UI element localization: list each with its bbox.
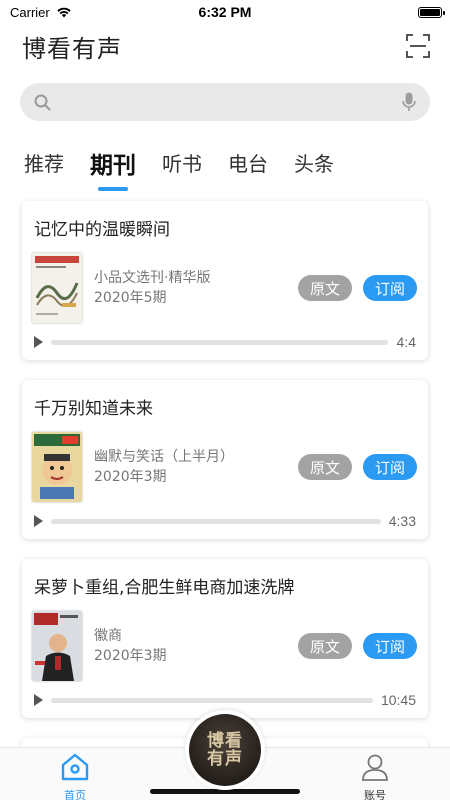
issue-number: 2020年3期	[94, 648, 167, 664]
app-title: 博看有声	[22, 34, 122, 63]
microphone-icon[interactable]	[402, 92, 416, 112]
play-icon[interactable]	[34, 694, 43, 706]
user-icon	[362, 754, 388, 781]
search-bar[interactable]	[20, 83, 430, 121]
search-icon	[34, 94, 51, 110]
issue-number: 2020年3期	[94, 469, 167, 485]
logo-text-line2: 有声	[207, 749, 243, 769]
center-logo-button[interactable]: 博看 有声	[185, 710, 265, 790]
app-header: 博看有声	[0, 26, 450, 66]
nav-home[interactable]: 首页	[45, 752, 105, 800]
carrier-label: Carrier	[10, 4, 50, 20]
audio-duration: 10:45	[380, 692, 416, 708]
battery-icon	[418, 6, 445, 18]
play-icon[interactable]	[34, 336, 43, 348]
original-text-button[interactable]: 原文	[298, 633, 352, 659]
original-text-button[interactable]: 原文	[298, 454, 352, 480]
article-title[interactable]: 千万别知道未来	[34, 394, 416, 419]
article-card[interactable]: 呆萝卜重组,合肥生鲜电商加速洗牌 徽商 2020年3期 原文 订阅 10:45	[22, 559, 428, 718]
nav-account[interactable]: 账号	[345, 752, 405, 800]
article-card[interactable]: 千万别知道未来 幽默与笑话（上半月） 2020年3期 原文 订阅 4:33	[22, 380, 428, 539]
article-card[interactable]: 记忆中的温暖瞬间 小品文选刊·精华版 2020年5期 原文 订阅 4:4	[22, 201, 428, 360]
play-icon[interactable]	[34, 515, 43, 527]
subscribe-button[interactable]: 订阅	[363, 454, 417, 480]
nav-home-label: 首页	[64, 789, 86, 800]
journal-feed: 记忆中的温暖瞬间 小品文选刊·精华版 2020年5期 原文 订阅 4:4 千万别…	[22, 201, 428, 798]
magazine-name: 幽默与笑话（上半月）	[94, 449, 234, 465]
subscribe-button[interactable]: 订阅	[363, 633, 417, 659]
article-title[interactable]: 记忆中的温暖瞬间	[34, 215, 416, 240]
status-bar: Carrier 6:32 PM	[0, 0, 450, 24]
scan-icon[interactable]	[406, 34, 430, 58]
audio-player: 4:4	[34, 334, 416, 350]
nav-account-label: 账号	[364, 789, 386, 800]
tab-radio[interactable]: 电台	[228, 144, 268, 177]
app-logo: 博看 有声	[189, 714, 261, 786]
audio-duration: 4:33	[388, 513, 416, 529]
logo-text-line1: 博看	[207, 731, 243, 751]
audio-player: 10:45	[34, 692, 416, 708]
home-icon	[61, 753, 89, 781]
tab-recommend[interactable]: 推荐	[24, 144, 64, 177]
search-input[interactable]	[59, 93, 402, 111]
audio-duration: 4:4	[396, 334, 416, 350]
issue-number: 2020年5期	[94, 290, 167, 306]
magazine-cover[interactable]	[32, 253, 82, 323]
wifi-icon	[57, 7, 71, 18]
original-text-button[interactable]: 原文	[298, 275, 352, 301]
subscribe-button[interactable]: 订阅	[363, 275, 417, 301]
audio-player: 4:33	[34, 513, 416, 529]
magazine-name: 徽商	[94, 628, 122, 644]
status-time: 6:32 PM	[198, 4, 252, 20]
magazine-cover[interactable]	[32, 432, 82, 502]
tab-journals[interactable]: 期刊	[90, 144, 136, 180]
article-title[interactable]: 呆萝卜重组,合肥生鲜电商加速洗牌	[34, 573, 416, 598]
tab-headlines[interactable]: 头条	[294, 144, 334, 177]
magazine-name: 小品文选刊·精华版	[94, 270, 211, 286]
magazine-cover[interactable]	[32, 611, 82, 681]
category-tabs: 推荐 期刊 听书 电台 头条	[24, 144, 360, 192]
audio-progress-bar[interactable]	[51, 339, 388, 345]
tab-audiobooks[interactable]: 听书	[162, 144, 202, 177]
audio-progress-bar[interactable]	[51, 518, 381, 524]
audio-progress-bar[interactable]	[51, 697, 373, 703]
